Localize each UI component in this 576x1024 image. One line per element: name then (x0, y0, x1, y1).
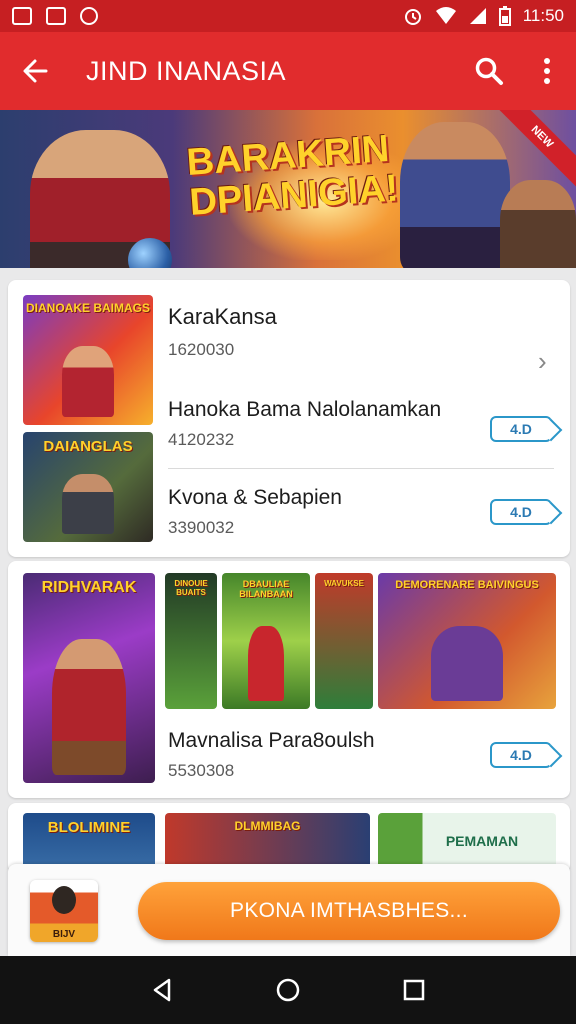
game-thumbnail-daianglas[interactable]: DAIANGLAS (23, 432, 153, 542)
game-title[interactable]: KaraKansa (168, 304, 277, 330)
bottom-action-bar: BIJV PKONA IMTHASBHES... (8, 864, 570, 956)
avatar-head (52, 886, 76, 914)
collection-tile[interactable]: DEMORENARE BAIVINGUS (378, 573, 556, 709)
rating-chip[interactable]: 4.D (490, 742, 552, 768)
tile-title: DBAULIAE BILANBAAN (239, 579, 293, 599)
gallery-notification-icon (12, 7, 32, 25)
system-status: 11:50 (403, 6, 564, 26)
game-list-card: DIANOAKE BAIMAGS DAIANGLAS KaraKansa 162… (8, 280, 570, 557)
battery-icon (498, 6, 511, 26)
tile-title: WAVUKSE (324, 579, 364, 588)
thumbnail-figure (62, 345, 114, 417)
banner-title: BARAKRIN DPIANIGIA! (185, 127, 400, 224)
wifi-icon (435, 7, 456, 24)
collection-tile[interactable]: WAVUKSE (315, 573, 373, 709)
tile-title: PEMAMAN (445, 833, 519, 849)
thumbnail-title: DIANOAKE BAIMAGS (25, 301, 150, 315)
avatar[interactable]: BIJV (30, 880, 98, 942)
game-title[interactable]: Kvona & Sebapien (168, 486, 342, 510)
tile-title: DINOUIE BUAITS (174, 579, 208, 597)
banner-hero-far-right (500, 180, 576, 268)
tile-title: DEMORENARE BAIVINGUS (395, 579, 539, 591)
game-count: 3390032 (168, 518, 235, 537)
page-title: JIND INANASIA (86, 55, 287, 86)
chevron-right-icon[interactable]: › (538, 346, 547, 377)
recents-nav-icon[interactable] (403, 979, 425, 1001)
tile-title: BLOLIMINE (47, 819, 131, 836)
game-count: 1620030 (168, 340, 235, 359)
game-count: 4120232 (168, 430, 235, 449)
app-bar: JIND INANASIA (0, 32, 576, 110)
search-icon (475, 57, 503, 85)
rating-chip[interactable]: 4.D (490, 499, 552, 525)
thumbnail-figure (52, 638, 126, 775)
photo-notification-icon (46, 7, 66, 25)
status-bar: 11:50 (0, 0, 576, 32)
back-nav-icon[interactable] (151, 978, 173, 1002)
chat-notification-icon (80, 7, 98, 25)
notification-icons (12, 7, 98, 25)
collection-tile[interactable]: DINOUIE BUAITS (165, 573, 217, 709)
more-games-card: BLOLIMINE DLMMIBAG PEMAMAN (8, 803, 570, 873)
collection-count: 5530308 (168, 761, 235, 780)
game-title[interactable]: Hanoka Bama Nalolanamkan (168, 398, 441, 422)
primary-action-button[interactable]: PKONA IMTHASBHES... (138, 882, 560, 940)
thumbnail-figure (62, 473, 114, 534)
game-thumbnail-karakansa[interactable]: DIANOAKE BAIMAGS (23, 295, 153, 425)
collection-title[interactable]: Mavnalisa Para8oulsh (168, 729, 375, 753)
avatar-label: BIJV (52, 929, 76, 940)
back-button[interactable] (0, 32, 70, 110)
tile-figure (248, 626, 284, 701)
game-thumbnail-ridhvarak[interactable]: RIDHVARAK (23, 573, 155, 783)
thumbnail-title: DAIANGLAS (43, 438, 133, 455)
arrow-back-icon (23, 59, 48, 83)
signal-icon (469, 8, 486, 24)
home-nav-icon[interactable] (275, 977, 301, 1003)
thumbnail-title: RIDHVARAK (41, 579, 137, 596)
collection-tile[interactable]: DBAULIAE BILANBAAN (222, 573, 310, 709)
game-collection-card: RIDHVARAK DINOUIE BUAITS DBAULIAE BILANB… (8, 561, 570, 798)
search-button[interactable] (460, 32, 518, 110)
row-divider (168, 468, 554, 469)
tile-figure (431, 626, 503, 701)
overflow-menu-button[interactable] (518, 32, 576, 110)
system-nav-bar (0, 956, 576, 1024)
banner-hero-right (400, 122, 510, 268)
rating-chip[interactable]: 4.D (490, 416, 552, 442)
featured-banner[interactable]: BARAKRIN DPIANIGIA! NEW (0, 110, 576, 268)
alarm-icon (404, 9, 421, 25)
more-vert-icon (544, 58, 550, 84)
tile-title: DLMMIBAG (234, 819, 301, 833)
clock: 11:50 (522, 6, 564, 25)
